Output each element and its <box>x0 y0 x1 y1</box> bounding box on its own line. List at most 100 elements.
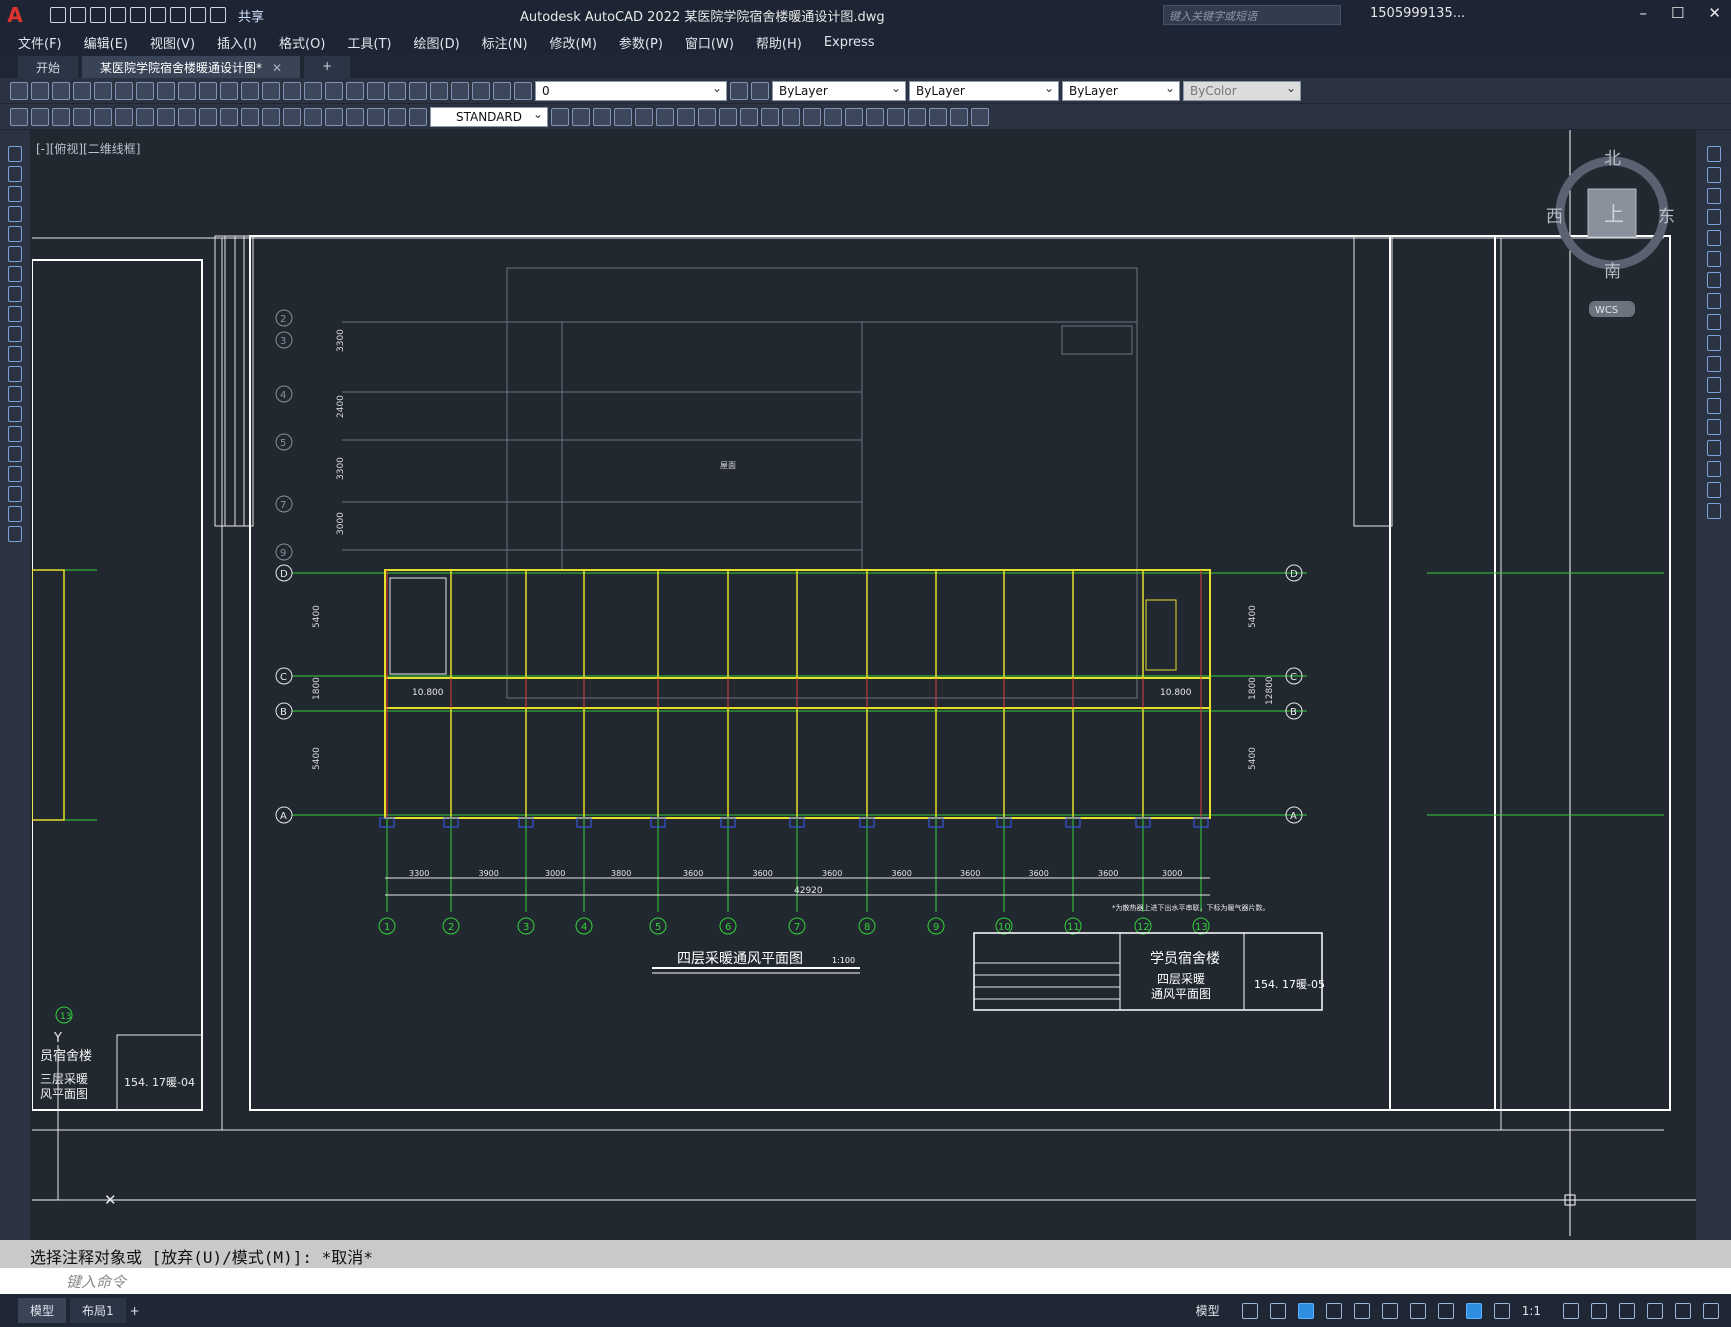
layer-previous-icon[interactable] <box>751 81 769 100</box>
share-button[interactable]: 共享 <box>238 6 264 25</box>
draw-order-back-icon[interactable] <box>593 107 611 126</box>
pan-icon[interactable] <box>262 81 280 100</box>
dim-edit-icon[interactable] <box>367 107 385 126</box>
menu-view[interactable]: 视图(V) <box>150 33 195 52</box>
dim-linear-icon[interactable] <box>10 107 28 126</box>
menu-file[interactable]: 文件(F) <box>18 33 62 52</box>
plus-icon[interactable] <box>1591 1302 1607 1319</box>
redo-icon[interactable] <box>210 7 226 23</box>
new-icon[interactable] <box>50 7 66 23</box>
close-icon[interactable]: ✕ <box>1708 4 1721 22</box>
rotate-icon[interactable] <box>803 107 821 126</box>
linetype-dropdown[interactable]: ByLayer <box>909 80 1059 101</box>
move-icon[interactable] <box>698 107 716 126</box>
settings-icon[interactable] <box>1563 1302 1579 1319</box>
dim-arc-icon[interactable] <box>52 107 70 126</box>
draw-order-under-icon[interactable] <box>635 107 653 126</box>
minimize-icon[interactable]: – <box>1639 4 1647 22</box>
annotation-scale[interactable]: 1:1 <box>1522 1304 1541 1318</box>
make-current-layer-icon[interactable] <box>730 81 748 100</box>
chamfer-modify-icon[interactable] <box>1706 440 1721 456</box>
save-as-icon[interactable] <box>110 7 126 23</box>
region-icon[interactable] <box>8 466 22 482</box>
center-mark-icon[interactable] <box>304 107 322 126</box>
open-icon[interactable] <box>70 7 86 23</box>
trim-modify-icon[interactable] <box>1706 335 1721 351</box>
redo-tool-icon[interactable] <box>241 81 259 100</box>
snap-icon[interactable] <box>1269 1302 1286 1319</box>
table-icon[interactable] <box>8 486 22 502</box>
maximize-icon[interactable]: ☐ <box>1671 4 1684 22</box>
jogged-linear-icon[interactable] <box>346 107 364 126</box>
polyline-icon[interactable] <box>8 186 22 202</box>
zoom-realtime-icon[interactable] <box>283 81 301 100</box>
quick-dim-icon[interactable] <box>178 107 196 126</box>
fillet-modify-icon[interactable] <box>1706 461 1721 477</box>
zoom-window-icon[interactable] <box>304 81 322 100</box>
dim-angular-icon[interactable] <box>157 107 175 126</box>
rectangle-icon[interactable] <box>8 226 22 242</box>
offset-modify-icon[interactable] <box>1706 209 1721 225</box>
markup-icon[interactable] <box>430 81 448 100</box>
dim-update-icon[interactable] <box>409 107 427 126</box>
menu-express[interactable]: Express <box>824 35 875 50</box>
ortho-icon[interactable] <box>1297 1302 1314 1319</box>
design-center-icon[interactable] <box>367 81 385 100</box>
copy-modify-icon[interactable] <box>1706 167 1721 183</box>
array-modify-icon[interactable] <box>1706 230 1721 246</box>
copy-obj-icon[interactable] <box>719 107 737 126</box>
array-icon[interactable] <box>782 107 800 126</box>
dim-aligned-icon[interactable] <box>31 107 49 126</box>
menu-window[interactable]: 窗口(W) <box>685 33 734 52</box>
new-tab-button[interactable]: + <box>304 56 351 78</box>
inspect-icon[interactable] <box>325 107 343 126</box>
open-web-icon[interactable] <box>130 7 146 23</box>
properties-icon[interactable] <box>346 81 364 100</box>
mtext-icon[interactable] <box>8 506 22 522</box>
menu-tools[interactable]: 工具(T) <box>347 33 391 52</box>
line-icon[interactable] <box>8 146 22 162</box>
circle-icon[interactable] <box>8 266 22 282</box>
save-icon[interactable] <box>90 7 106 23</box>
menu-insert[interactable]: 插入(I) <box>217 33 257 52</box>
move-modify-icon[interactable] <box>1706 251 1721 267</box>
draw-order-front-icon[interactable] <box>572 107 590 126</box>
stretch-icon[interactable] <box>845 107 863 126</box>
extend-modify-icon[interactable] <box>1706 356 1721 372</box>
add-layout-button[interactable]: + <box>130 1304 140 1318</box>
dim-jogged-icon[interactable] <box>115 107 133 126</box>
ellipse-arc-icon[interactable] <box>8 346 22 362</box>
ellipse-icon[interactable] <box>8 326 22 342</box>
units-icon[interactable] <box>1619 1302 1635 1319</box>
add-selected-icon[interactable] <box>8 526 22 542</box>
mirror-icon[interactable] <box>740 107 758 126</box>
save-file-icon[interactable] <box>52 81 70 100</box>
menu-edit[interactable]: 编辑(E) <box>84 33 128 52</box>
tab-model[interactable]: 模型 <box>18 1298 67 1323</box>
revcloud-icon[interactable] <box>8 286 22 302</box>
object-track-icon[interactable] <box>1381 1302 1398 1319</box>
auto-scale-icon[interactable] <box>1493 1302 1510 1319</box>
construction-line-icon[interactable] <box>8 166 22 182</box>
point-icon[interactable] <box>8 406 22 422</box>
sheet-set-icon[interactable] <box>409 81 427 100</box>
menu-modify[interactable]: 修改(M) <box>550 33 597 52</box>
gradient-icon[interactable] <box>8 446 22 462</box>
viewcube-east[interactable]: 东 <box>1658 207 1675 227</box>
scale-icon[interactable] <box>824 107 842 126</box>
dim-ordinate-icon[interactable] <box>73 107 91 126</box>
plotstyle-dropdown[interactable]: ByColor <box>1183 80 1301 101</box>
print-icon[interactable] <box>73 81 91 100</box>
layer-properties-icon[interactable] <box>493 81 511 100</box>
stretch-modify-icon[interactable] <box>1706 314 1721 330</box>
break-icon[interactable] <box>908 107 926 126</box>
open-file-icon[interactable] <box>31 81 49 100</box>
fillet-icon[interactable] <box>971 107 989 126</box>
undo-icon[interactable] <box>190 7 206 23</box>
copy-icon[interactable] <box>157 81 175 100</box>
menu-help[interactable]: 帮助(H) <box>756 33 802 52</box>
mirror-modify-icon[interactable] <box>1706 188 1721 204</box>
menu-dimension[interactable]: 标注(N) <box>482 33 528 52</box>
polar-icon[interactable] <box>1325 1302 1342 1319</box>
menu-parametric[interactable]: 参数(P) <box>619 33 663 52</box>
